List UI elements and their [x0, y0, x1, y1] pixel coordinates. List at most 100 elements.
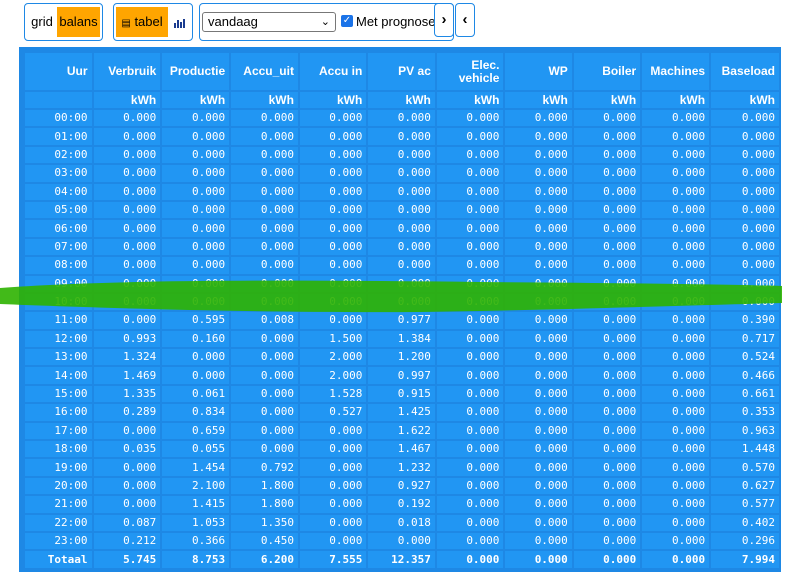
value-cell: 0.000	[299, 532, 367, 550]
value-cell: 0.000	[573, 312, 641, 329]
tabel-button[interactable]: ▤ tabel	[116, 7, 168, 37]
hour-cell: 02:00	[25, 146, 92, 164]
next-button[interactable]: ›	[434, 3, 454, 37]
value-cell: 0.000	[642, 441, 710, 458]
value-cell: 0.659	[162, 422, 230, 440]
value-cell: 1.800	[231, 496, 298, 513]
value-cell: 0.000	[93, 128, 161, 145]
value-cell: 0.000	[231, 349, 298, 366]
value-cell: 0.000	[436, 496, 504, 513]
value-cell: 0.000	[436, 183, 504, 200]
value-cell: 0.000	[573, 441, 641, 458]
value-cell: 0.000	[505, 257, 572, 274]
value-cell: 0.000	[573, 220, 641, 237]
value-cell: 1.800	[231, 477, 298, 495]
prognose-checkbox[interactable]: ✓	[341, 15, 353, 27]
value-cell: 1.448	[711, 441, 779, 458]
hour-cell: 03:00	[25, 165, 92, 182]
bar-chart-icon	[174, 18, 185, 28]
value-cell: 0.000	[162, 293, 230, 311]
value-cell: 0.000	[299, 183, 367, 200]
value-cell: 0.000	[231, 385, 298, 403]
value-cell: 0.000	[162, 183, 230, 200]
value-cell: 0.000	[162, 110, 230, 127]
value-cell: 0.402	[711, 514, 779, 531]
hour-cell: 09:00	[25, 275, 92, 292]
value-cell: 0.000	[573, 110, 641, 127]
value-cell: 0.000	[436, 110, 504, 127]
total-cell: 0.000	[505, 551, 572, 568]
value-cell: 0.000	[299, 441, 367, 458]
table-row: 06:00 0.000 0.000 0.000 0.000 0.000 0.000 0.000…	[25, 220, 779, 237]
table-row: 17:00 0.000 0.659 0.000 0.000 1.622 0.000 0.000…	[25, 422, 779, 440]
value-cell: 0.000	[162, 275, 230, 292]
value-cell: 0.524	[711, 349, 779, 366]
grid-button[interactable]: grid	[27, 7, 57, 37]
value-cell: 0.000	[573, 146, 641, 164]
value-cell: 0.000	[573, 496, 641, 513]
column-header: Verbruik	[93, 53, 161, 90]
column-header: Boiler	[573, 53, 641, 90]
value-cell: 0.000	[711, 220, 779, 237]
column-header: Elec. vehicle	[436, 53, 504, 90]
value-cell: 0.000	[93, 422, 161, 440]
value-cell: 1.469	[93, 367, 161, 384]
value-cell: 0.000	[642, 220, 710, 237]
chart-button[interactable]	[168, 7, 190, 37]
value-cell: 0.000	[642, 330, 710, 348]
value-cell: 0.834	[162, 404, 230, 421]
value-cell: 0.000	[231, 422, 298, 440]
value-cell: 0.527	[299, 404, 367, 421]
value-cell: 0.000	[231, 238, 298, 256]
value-cell: 0.000	[299, 220, 367, 237]
value-cell: 0.000	[573, 257, 641, 274]
column-header: Uur	[25, 53, 92, 90]
hour-cell: 06:00	[25, 220, 92, 237]
hour-cell: 17:00	[25, 422, 92, 440]
prev-button[interactable]: ‹	[455, 3, 475, 37]
value-cell: 0.000	[299, 110, 367, 127]
value-cell: 0.000	[436, 404, 504, 421]
hour-cell: 08:00	[25, 257, 92, 274]
value-cell: 0.000	[505, 183, 572, 200]
balans-button[interactable]: balans	[57, 7, 100, 37]
value-cell: 0.000	[231, 293, 298, 311]
value-cell: 0.570	[711, 459, 779, 476]
value-cell: 0.661	[711, 385, 779, 403]
hour-cell: 22:00	[25, 514, 92, 531]
period-select[interactable]: vandaag ⌄	[202, 12, 336, 32]
value-cell: 0.000	[368, 128, 435, 145]
value-cell: 0.000	[231, 128, 298, 145]
unit-header: kWh	[368, 92, 435, 108]
view-toggle-group: grid balans	[24, 3, 103, 41]
value-cell: 0.353	[711, 404, 779, 421]
value-cell: 0.000	[231, 404, 298, 421]
total-cell: 6.200	[231, 551, 298, 568]
value-cell: 0.212	[93, 532, 161, 550]
toolbar: grid balans ▤ tabel vandaag ⌄ ✓ Met prog…	[0, 0, 800, 46]
column-header: Machines	[642, 53, 710, 90]
value-cell: 0.000	[711, 165, 779, 182]
value-cell: 0.000	[505, 349, 572, 366]
value-cell: 2.000	[299, 367, 367, 384]
table-row: 05:00 0.000 0.000 0.000 0.000 0.000 0.000 0.000…	[25, 201, 779, 219]
value-cell: 0.000	[642, 238, 710, 256]
unit-row: kWh kWh kWh kWh kWh kWh kWh kWh kWh kWh	[25, 92, 779, 108]
table-row: 10:00 0.000 0.000 0.000 0.000 0.000 0.000 0.000…	[25, 293, 779, 311]
value-cell: 1.335	[93, 385, 161, 403]
prognose-label[interactable]: Met prognose	[356, 12, 436, 32]
hour-cell: 01:00	[25, 128, 92, 145]
value-cell: 0.000	[573, 385, 641, 403]
value-cell: 0.000	[436, 220, 504, 237]
value-cell: 1.454	[162, 459, 230, 476]
value-cell: 0.000	[436, 293, 504, 311]
value-cell: 0.000	[436, 349, 504, 366]
value-cell: 0.000	[299, 459, 367, 476]
value-cell: 0.000	[368, 220, 435, 237]
value-cell: 0.192	[368, 496, 435, 513]
value-cell: 0.000	[436, 257, 504, 274]
table-row: 12:00 0.993 0.160 0.000 1.500 1.384 0.000 0.000…	[25, 330, 779, 348]
value-cell: 0.000	[231, 330, 298, 348]
value-cell: 0.000	[573, 330, 641, 348]
value-cell: 0.000	[368, 532, 435, 550]
